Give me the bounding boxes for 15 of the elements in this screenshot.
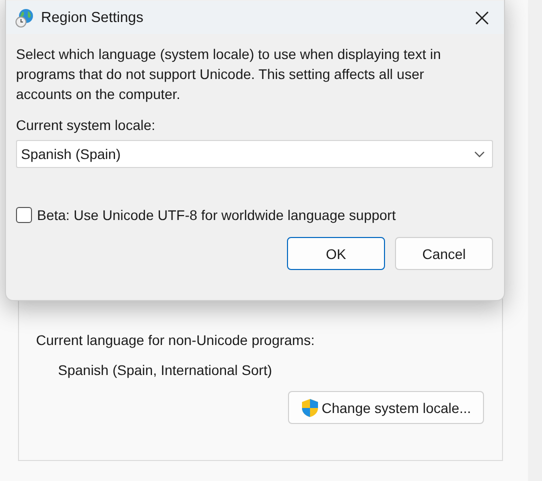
utf8-checkbox-label: Beta: Use Unicode UTF-8 for worldwide language support — [37, 207, 396, 223]
system-locale-dropdown[interactable]: Spanish (Spain) — [16, 140, 493, 168]
window-title: Region Settings — [41, 10, 144, 26]
close-icon — [475, 10, 489, 24]
shield-icon — [300, 398, 319, 418]
cancel-button[interactable]: Cancel — [395, 237, 493, 270]
current-language-label: Current language for non-Unicode programs: — [36, 331, 316, 350]
utf8-checkbox[interactable] — [16, 207, 32, 223]
current-language-value: Spanish (Spain, International Sort) — [58, 361, 274, 380]
change-system-locale-button[interactable]: Change system locale... — [288, 391, 484, 424]
system-locale-label: Current system locale: — [16, 116, 156, 135]
description-text: Select which language (system locale) to use when displaying text in programs that do not support Unicode. This setting affects all user accounts on the computer. — [16, 45, 442, 104]
ok-button[interactable]: OK — [287, 237, 385, 270]
chevron-down-icon — [474, 150, 485, 158]
globe-icon — [15, 8, 35, 28]
